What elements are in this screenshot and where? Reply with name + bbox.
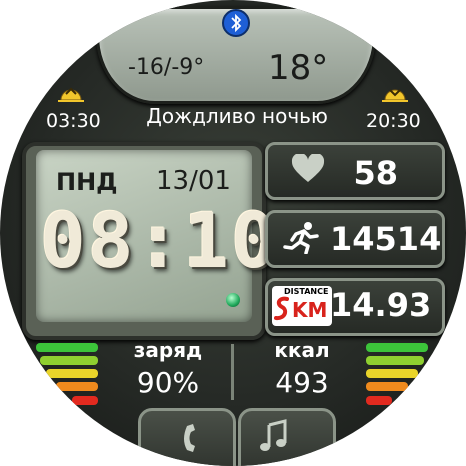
battery-bar-3 [46, 369, 98, 378]
calorie-bar-4 [366, 382, 408, 391]
music-button[interactable] [238, 408, 336, 466]
phone-icon [184, 424, 195, 452]
battery-bar-1 [36, 343, 98, 352]
sunrise-icon [56, 82, 86, 102]
sunrise-time: 03:30 [46, 110, 101, 132]
heart-icon [290, 152, 326, 184]
temperature-range: -16/-9° [128, 55, 205, 80]
time: 08:10 [40, 196, 279, 285]
calorie-bar-1 [366, 343, 428, 352]
weekday: ПНД [56, 168, 118, 196]
status-led [226, 293, 240, 307]
divider [231, 344, 234, 400]
bluetooth-icon [222, 9, 250, 37]
calories-value: 493 [275, 366, 329, 399]
distance-value: 14.93 [330, 286, 432, 324]
weather-description: Дождливо ночью [146, 104, 328, 128]
battery-label: заряд [133, 338, 203, 362]
sunset-icon [380, 82, 410, 102]
distance-logo-bottom: KM [292, 298, 328, 322]
calorie-bar-2 [366, 356, 424, 365]
battery-bar-4 [56, 382, 98, 391]
heart-rate-value: 58 [353, 154, 398, 192]
distance-icon: DISTANCE KM [272, 286, 332, 326]
calories-label: ккал [274, 338, 330, 362]
calorie-bar-5 [366, 396, 392, 405]
steps-value: 14514 [330, 220, 442, 258]
phone-button[interactable] [138, 408, 236, 466]
runner-icon [282, 220, 322, 255]
battery-bar-5 [72, 396, 98, 405]
date: 13/01 [156, 166, 231, 196]
sunset-time: 20:30 [366, 110, 421, 132]
music-icon [260, 419, 287, 451]
current-temperature: 18° [268, 48, 329, 88]
distance-logo-top: DISTANCE [284, 287, 329, 296]
battery-value: 90% [136, 366, 200, 399]
watch-face: -16/-9° 18° 03:30 20:30 Дождливо ночью П… [0, 0, 466, 466]
calorie-bar-3 [366, 369, 418, 378]
battery-bar-2 [40, 356, 98, 365]
